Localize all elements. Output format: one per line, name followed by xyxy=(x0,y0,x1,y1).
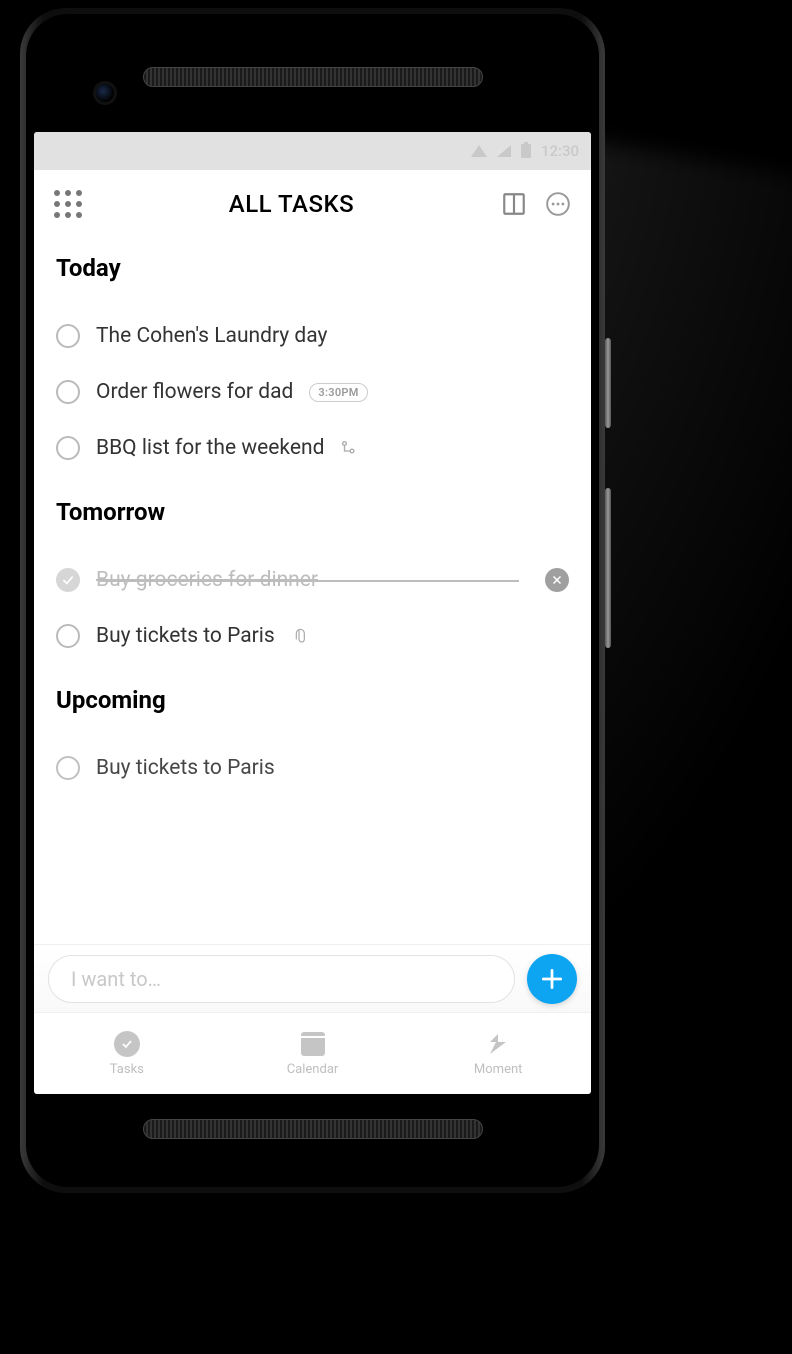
quick-add-input[interactable]: I want to… xyxy=(48,955,515,1003)
task-text: BBQ list for the weekend xyxy=(96,436,324,460)
tasks-tab-icon xyxy=(114,1031,140,1057)
checkbox-icon[interactable] xyxy=(56,380,80,404)
task-row[interactable]: Order flowers for dad 3:30PM xyxy=(56,364,569,420)
delete-task-icon[interactable] xyxy=(545,568,569,592)
section-header-tomorrow: Tomorrow xyxy=(56,498,569,526)
status-bar: 12:30 xyxy=(34,132,591,170)
task-row[interactable]: Buy tickets to Paris xyxy=(56,740,569,796)
input-placeholder: I want to… xyxy=(71,967,161,991)
nav-moment[interactable]: Moment xyxy=(405,1013,591,1094)
menu-grid-icon[interactable] xyxy=(54,190,82,218)
add-task-button[interactable] xyxy=(527,954,577,1004)
earpiece-speaker xyxy=(143,67,483,87)
nav-tasks[interactable]: Tasks xyxy=(34,1013,220,1094)
plus-icon xyxy=(539,966,565,992)
section-header-today: Today xyxy=(56,254,569,282)
app-bar: ALL TASKS xyxy=(34,170,591,238)
checkbox-checked-icon[interactable] xyxy=(56,568,80,592)
power-button xyxy=(605,488,611,648)
checkbox-icon[interactable] xyxy=(56,436,80,460)
task-row[interactable]: Buy tickets to Paris xyxy=(56,608,569,664)
calendar-tab-icon xyxy=(301,1032,325,1056)
phone-frame: 12:30 ALL TASKS xyxy=(20,8,605,1193)
subtasks-icon xyxy=(340,439,358,457)
signal-icon xyxy=(497,145,511,157)
task-row[interactable]: BBQ list for the weekend xyxy=(56,420,569,476)
more-options-icon[interactable] xyxy=(545,191,571,217)
task-text: Buy tickets to Paris xyxy=(96,756,275,780)
task-row-completed[interactable]: Buy groceries for dinner xyxy=(56,552,569,608)
attachment-icon xyxy=(291,626,307,646)
task-text: Buy tickets to Paris xyxy=(96,624,275,648)
quick-add-bar: I want to… xyxy=(34,944,591,1012)
task-text: The Cohen's Laundry day xyxy=(96,324,327,348)
section-header-upcoming: Upcoming xyxy=(56,686,569,714)
bottom-speaker xyxy=(143,1119,483,1139)
nav-calendar[interactable]: Calendar xyxy=(220,1013,406,1094)
book-icon[interactable] xyxy=(501,191,527,217)
time-badge: 3:30PM xyxy=(309,383,367,402)
bottom-nav: Tasks Calendar Moment xyxy=(34,1012,591,1094)
page-title: ALL TASKS xyxy=(229,190,354,218)
moment-tab-icon xyxy=(486,1032,510,1056)
checkbox-icon[interactable] xyxy=(56,324,80,348)
checkbox-icon[interactable] xyxy=(56,624,80,648)
nav-label: Tasks xyxy=(110,1062,144,1077)
task-row[interactable]: The Cohen's Laundry day xyxy=(56,308,569,364)
app-screen: 12:30 ALL TASKS xyxy=(34,132,591,1094)
battery-icon xyxy=(521,144,531,158)
nav-label: Calendar xyxy=(287,1062,339,1077)
wifi-icon xyxy=(471,145,487,157)
checkbox-icon[interactable] xyxy=(56,756,80,780)
task-text: Order flowers for dad xyxy=(96,380,293,404)
status-time: 12:30 xyxy=(541,142,579,160)
front-camera xyxy=(96,84,114,102)
nav-label: Moment xyxy=(474,1062,523,1077)
volume-button xyxy=(605,338,611,428)
